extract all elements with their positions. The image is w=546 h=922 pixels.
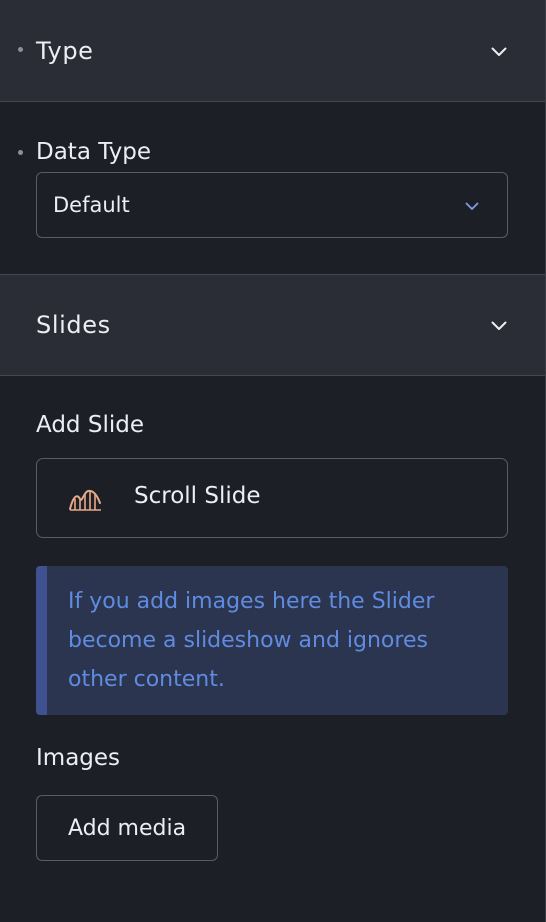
info-notice: If you add images here the Slider become… <box>36 566 508 715</box>
section-header-type[interactable]: Type <box>0 0 545 102</box>
section-header-slides[interactable]: Slides <box>0 274 545 376</box>
scroll-slide-button[interactable]: Scroll Slide <box>36 458 508 538</box>
notice-text: If you add images here the Slider become… <box>68 589 435 692</box>
data-type-selected-value: Default <box>53 193 130 217</box>
modified-indicator-dot <box>18 47 23 52</box>
data-type-label: Data Type <box>36 139 152 165</box>
chevron-down-icon <box>491 47 507 56</box>
add-media-button[interactable]: Add media <box>36 795 218 861</box>
scroll-slide-label: Scroll Slide <box>134 483 261 509</box>
roller-coaster-icon <box>69 489 101 511</box>
chevron-down-icon <box>491 321 507 330</box>
images-label: Images <box>36 745 121 771</box>
settings-panel: Type Data Type Default Slides Add Slide … <box>0 0 546 922</box>
section-title-type: Type <box>36 36 94 65</box>
notice-accent-bar <box>36 566 47 715</box>
modified-indicator-dot <box>18 150 23 155</box>
chevron-down-icon <box>465 202 479 210</box>
add-slide-label: Add Slide <box>36 412 144 438</box>
data-type-select[interactable]: Default <box>36 172 508 238</box>
section-title-slides: Slides <box>36 311 111 339</box>
